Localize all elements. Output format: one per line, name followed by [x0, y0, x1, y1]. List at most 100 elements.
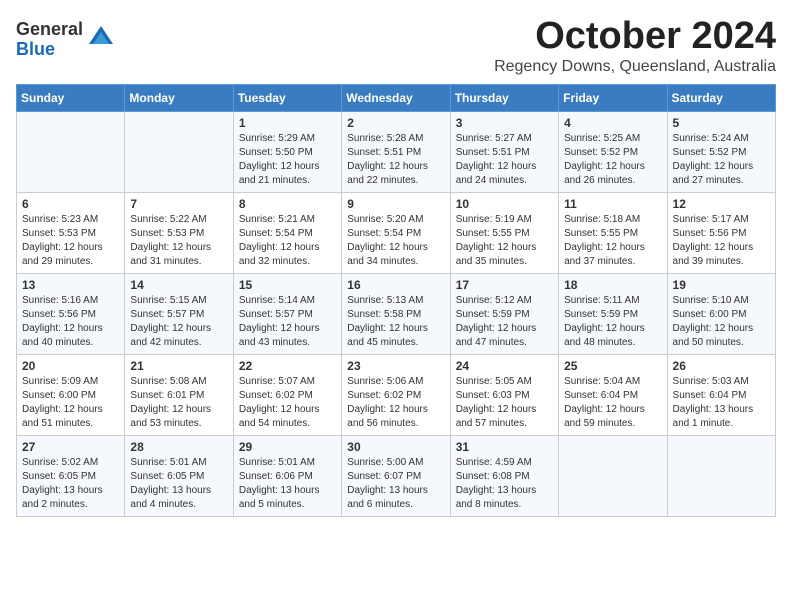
- day-cell: 30Sunrise: 5:00 AMSunset: 6:07 PMDayligh…: [342, 435, 450, 516]
- day-number: 17: [456, 278, 553, 292]
- day-info: Sunrise: 5:13 AMSunset: 5:58 PMDaylight:…: [347, 294, 444, 350]
- day-cell: 9Sunrise: 5:20 AMSunset: 5:54 PMDaylight…: [342, 192, 450, 273]
- day-cell: [125, 111, 233, 192]
- header-wednesday: Wednesday: [342, 84, 450, 111]
- week-row-3: 13 Sunrise: 5:16 AMSunset: 5:56 PMDayligh…: [17, 273, 776, 354]
- header-row: SundayMondayTuesdayWednesdayThursdayFrid…: [17, 84, 776, 111]
- day-info: Sunrise: 5:28 AMSunset: 5:51 PMDaylight:…: [347, 132, 444, 188]
- week-row-1: 1 Sunrise: 5:29 AMSunset: 5:50 PMDaylight…: [17, 111, 776, 192]
- day-cell: [667, 435, 775, 516]
- logo: General Blue: [16, 20, 115, 60]
- day-cell: 21 Sunrise: 5:08 AMSunset: 6:01 PMDayligh…: [125, 354, 233, 435]
- day-info: Sunrise: 5:09 AMSunset: 6:00 PMDaylight:…: [22, 375, 119, 431]
- day-info: Sunrise: 5:01 AMSunset: 6:06 PMDaylight:…: [239, 456, 336, 512]
- day-number: 18: [564, 278, 661, 292]
- day-info: Sunrise: 5:10 AMSunset: 6:00 PMDaylight:…: [673, 294, 770, 350]
- day-info: Sunrise: 5:03 AMSunset: 6:04 PMDaylight:…: [673, 375, 770, 431]
- day-info: Sunrise: 5:04 AMSunset: 6:04 PMDaylight:…: [564, 375, 661, 431]
- day-cell: 25 Sunrise: 5:04 AMSunset: 6:04 PMDayligh…: [559, 354, 667, 435]
- day-cell: 20 Sunrise: 5:09 AMSunset: 6:00 PMDayligh…: [17, 354, 125, 435]
- day-info: Sunrise: 5:29 AMSunset: 5:50 PMDaylight:…: [239, 132, 336, 188]
- day-info: Sunrise: 5:18 AMSunset: 5:55 PMDaylight:…: [564, 213, 661, 269]
- day-cell: 24Sunrise: 5:05 AMSunset: 6:03 PMDayligh…: [450, 354, 558, 435]
- day-info: Sunrise: 5:05 AMSunset: 6:03 PMDaylight:…: [456, 375, 553, 431]
- day-cell: 19Sunrise: 5:10 AMSunset: 6:00 PMDayligh…: [667, 273, 775, 354]
- day-cell: 27Sunrise: 5:02 AMSunset: 6:05 PMDayligh…: [17, 435, 125, 516]
- day-number: 11: [564, 197, 661, 211]
- day-number: 29: [239, 440, 336, 454]
- day-number: 28: [130, 440, 227, 454]
- day-number: 23: [347, 359, 444, 373]
- day-number: 16: [347, 278, 444, 292]
- day-number: 21: [130, 359, 227, 373]
- day-number: 12: [673, 197, 770, 211]
- day-number: 5: [673, 116, 770, 130]
- header-monday: Monday: [125, 84, 233, 111]
- day-number: 22: [239, 359, 336, 373]
- day-number: 6: [22, 197, 119, 211]
- week-row-4: 20 Sunrise: 5:09 AMSunset: 6:00 PMDayligh…: [17, 354, 776, 435]
- day-info: Sunrise: 5:01 AMSunset: 6:05 PMDaylight:…: [130, 456, 227, 512]
- day-cell: 3 Sunrise: 5:27 AMSunset: 5:51 PMDaylight…: [450, 111, 558, 192]
- day-info: Sunrise: 5:00 AMSunset: 6:07 PMDaylight:…: [347, 456, 444, 512]
- day-cell: 17 Sunrise: 5:12 AMSunset: 5:59 PMDayligh…: [450, 273, 558, 354]
- day-cell: [17, 111, 125, 192]
- day-info: Sunrise: 5:19 AMSunset: 5:55 PMDaylight:…: [456, 213, 553, 269]
- header-friday: Friday: [559, 84, 667, 111]
- day-number: 2: [347, 116, 444, 130]
- day-number: 25: [564, 359, 661, 373]
- day-number: 1: [239, 116, 336, 130]
- day-cell: 15 Sunrise: 5:14 AMSunset: 5:57 PMDayligh…: [233, 273, 341, 354]
- day-number: 26: [673, 359, 770, 373]
- day-info: Sunrise: 5:17 AMSunset: 5:56 PMDaylight:…: [673, 213, 770, 269]
- day-cell: 29 Sunrise: 5:01 AMSunset: 6:06 PMDayligh…: [233, 435, 341, 516]
- day-number: 15: [239, 278, 336, 292]
- day-cell: 13 Sunrise: 5:16 AMSunset: 5:56 PMDayligh…: [17, 273, 125, 354]
- day-info: Sunrise: 4:59 AMSunset: 6:08 PMDaylight:…: [456, 456, 553, 512]
- day-cell: 11 Sunrise: 5:18 AMSunset: 5:55 PMDayligh…: [559, 192, 667, 273]
- day-cell: 26 Sunrise: 5:03 AMSunset: 6:04 PMDayligh…: [667, 354, 775, 435]
- day-info: Sunrise: 5:21 AMSunset: 5:54 PMDaylight:…: [239, 213, 336, 269]
- day-cell: 18 Sunrise: 5:11 AMSunset: 5:59 PMDayligh…: [559, 273, 667, 354]
- day-info: Sunrise: 5:12 AMSunset: 5:59 PMDaylight:…: [456, 294, 553, 350]
- header-sunday: Sunday: [17, 84, 125, 111]
- day-cell: 8Sunrise: 5:21 AMSunset: 5:54 PMDaylight…: [233, 192, 341, 273]
- page-header: General Blue October 2024 Regency Downs,…: [16, 16, 776, 76]
- day-info: Sunrise: 5:11 AMSunset: 5:59 PMDaylight:…: [564, 294, 661, 350]
- day-number: 31: [456, 440, 553, 454]
- day-cell: 2 Sunrise: 5:28 AMSunset: 5:51 PMDaylight…: [342, 111, 450, 192]
- day-cell: 28 Sunrise: 5:01 AMSunset: 6:05 PMDayligh…: [125, 435, 233, 516]
- day-cell: 22 Sunrise: 5:07 AMSunset: 6:02 PMDayligh…: [233, 354, 341, 435]
- day-info: Sunrise: 5:15 AMSunset: 5:57 PMDaylight:…: [130, 294, 227, 350]
- title-block: October 2024 Regency Downs, Queensland, …: [494, 16, 776, 76]
- month-title: October 2024: [494, 16, 776, 58]
- day-cell: 5 Sunrise: 5:24 AMSunset: 5:52 PMDaylight…: [667, 111, 775, 192]
- day-info: Sunrise: 5:16 AMSunset: 5:56 PMDaylight:…: [22, 294, 119, 350]
- day-cell: 12 Sunrise: 5:17 AMSunset: 5:56 PMDayligh…: [667, 192, 775, 273]
- day-info: Sunrise: 5:08 AMSunset: 6:01 PMDaylight:…: [130, 375, 227, 431]
- day-number: 13: [22, 278, 119, 292]
- location-subtitle: Regency Downs, Queensland, Australia: [494, 58, 776, 76]
- day-info: Sunrise: 5:07 AMSunset: 6:02 PMDaylight:…: [239, 375, 336, 431]
- day-info: Sunrise: 5:23 AMSunset: 5:53 PMDaylight:…: [22, 213, 119, 269]
- day-cell: 10 Sunrise: 5:19 AMSunset: 5:55 PMDayligh…: [450, 192, 558, 273]
- header-thursday: Thursday: [450, 84, 558, 111]
- calendar-table: SundayMondayTuesdayWednesdayThursdayFrid…: [16, 84, 776, 517]
- day-cell: 14 Sunrise: 5:15 AMSunset: 5:57 PMDayligh…: [125, 273, 233, 354]
- day-info: Sunrise: 5:24 AMSunset: 5:52 PMDaylight:…: [673, 132, 770, 188]
- day-number: 3: [456, 116, 553, 130]
- day-info: Sunrise: 5:22 AMSunset: 5:53 PMDaylight:…: [130, 213, 227, 269]
- day-cell: 4Sunrise: 5:25 AMSunset: 5:52 PMDaylight…: [559, 111, 667, 192]
- day-number: 10: [456, 197, 553, 211]
- logo-general: General: [16, 20, 83, 40]
- day-number: 7: [130, 197, 227, 211]
- day-number: 14: [130, 278, 227, 292]
- day-number: 20: [22, 359, 119, 373]
- day-info: Sunrise: 5:27 AMSunset: 5:51 PMDaylight:…: [456, 132, 553, 188]
- logo-icon: [87, 24, 115, 52]
- week-row-5: 27Sunrise: 5:02 AMSunset: 6:05 PMDayligh…: [17, 435, 776, 516]
- day-info: Sunrise: 5:14 AMSunset: 5:57 PMDaylight:…: [239, 294, 336, 350]
- day-info: Sunrise: 5:20 AMSunset: 5:54 PMDaylight:…: [347, 213, 444, 269]
- day-cell: 7 Sunrise: 5:22 AMSunset: 5:53 PMDaylight…: [125, 192, 233, 273]
- day-cell: 1 Sunrise: 5:29 AMSunset: 5:50 PMDaylight…: [233, 111, 341, 192]
